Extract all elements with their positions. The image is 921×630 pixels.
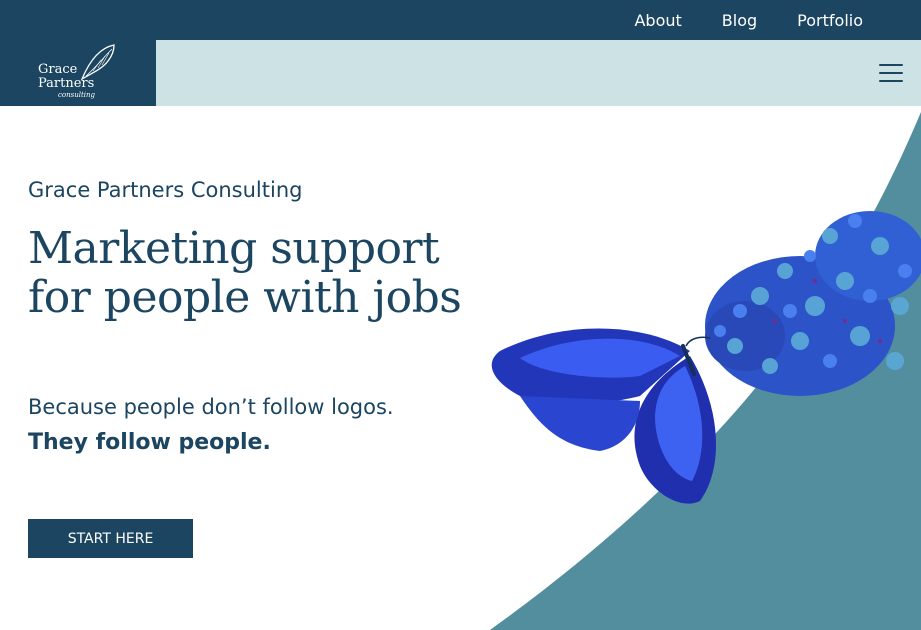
- nav-link-about[interactable]: About: [634, 11, 681, 30]
- nav-link-portfolio[interactable]: Portfolio: [797, 11, 863, 30]
- logo-subtitle: consulting: [58, 91, 96, 99]
- top-nav: About Blog Portfolio: [634, 0, 863, 40]
- logo-wordmark: Grace Partners: [38, 63, 94, 91]
- start-here-button[interactable]: START HERE: [28, 519, 193, 558]
- nav-link-blog[interactable]: Blog: [722, 11, 757, 30]
- hero-eyebrow: Grace Partners Consulting: [28, 178, 303, 202]
- site-logo[interactable]: Grace Partners consulting: [0, 40, 156, 106]
- hero-tagline-bold: They follow people.: [28, 430, 271, 455]
- header-bar: [156, 40, 921, 106]
- hamburger-icon[interactable]: [879, 64, 903, 82]
- blue-butterfly-image: [491, 328, 717, 504]
- logo-line-2: Partners: [38, 76, 95, 91]
- top-bar: About Blog Portfolio: [0, 0, 921, 40]
- hero-headline: Marketing support for people with jobs: [28, 223, 462, 323]
- logo-line-1: Grace: [38, 62, 78, 77]
- hero-tagline: Because people don’t follow logos.: [28, 395, 394, 419]
